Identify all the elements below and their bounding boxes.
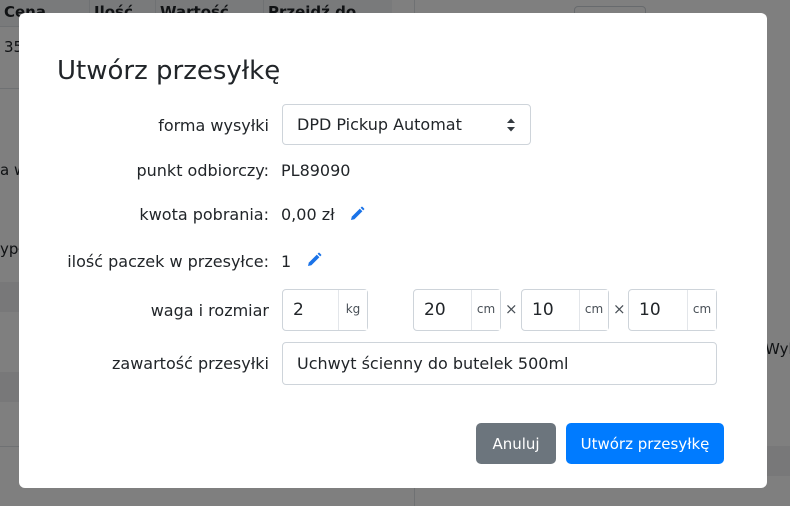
shipping-form-select[interactable]: DPD Pickup Automat bbox=[282, 104, 531, 145]
weight-input-group: kg bbox=[282, 289, 368, 331]
width-unit: cm bbox=[579, 290, 608, 330]
weight-unit: kg bbox=[338, 290, 367, 330]
select-updown-icon bbox=[507, 118, 515, 132]
cancel-button[interactable]: Anuluj bbox=[476, 423, 556, 464]
contents-label: zawartość przesyłki bbox=[112, 354, 269, 373]
create-shipment-modal: Utwórz przesyłkę forma wysyłki DPD Picku… bbox=[19, 13, 767, 488]
create-shipment-button[interactable]: Utwórz przesyłkę bbox=[566, 423, 724, 464]
width-input[interactable] bbox=[522, 290, 579, 330]
length-input[interactable] bbox=[414, 290, 471, 330]
dimension-separator: × bbox=[505, 300, 518, 318]
length-unit: cm bbox=[471, 290, 500, 330]
cod-amount-label: kwota pobrania: bbox=[139, 205, 269, 224]
pickup-point-label: punkt odbiorczy: bbox=[136, 161, 269, 180]
width-input-group: cm bbox=[521, 289, 609, 331]
weight-input[interactable] bbox=[283, 290, 338, 330]
cod-amount-value: 0,00 zł bbox=[281, 205, 335, 224]
height-input-group: cm bbox=[628, 289, 717, 331]
weight-size-label: waga i rozmiar bbox=[150, 301, 269, 320]
package-count-label: ilość paczek w przesyłce: bbox=[67, 252, 269, 271]
length-input-group: cm bbox=[413, 289, 501, 331]
edit-pencil-icon[interactable] bbox=[306, 252, 322, 268]
shipping-form-label: forma wysyłki bbox=[158, 116, 269, 135]
pickup-point-value: PL89090 bbox=[281, 161, 351, 180]
height-input[interactable] bbox=[629, 290, 687, 330]
height-unit: cm bbox=[687, 290, 716, 330]
contents-input[interactable] bbox=[282, 342, 717, 385]
shipping-form-selected-value: DPD Pickup Automat bbox=[297, 115, 462, 134]
edit-pencil-icon[interactable] bbox=[349, 206, 365, 222]
modal-title: Utwórz przesyłkę bbox=[57, 56, 281, 86]
package-count-value: 1 bbox=[281, 252, 292, 271]
dimension-separator: × bbox=[613, 300, 626, 318]
